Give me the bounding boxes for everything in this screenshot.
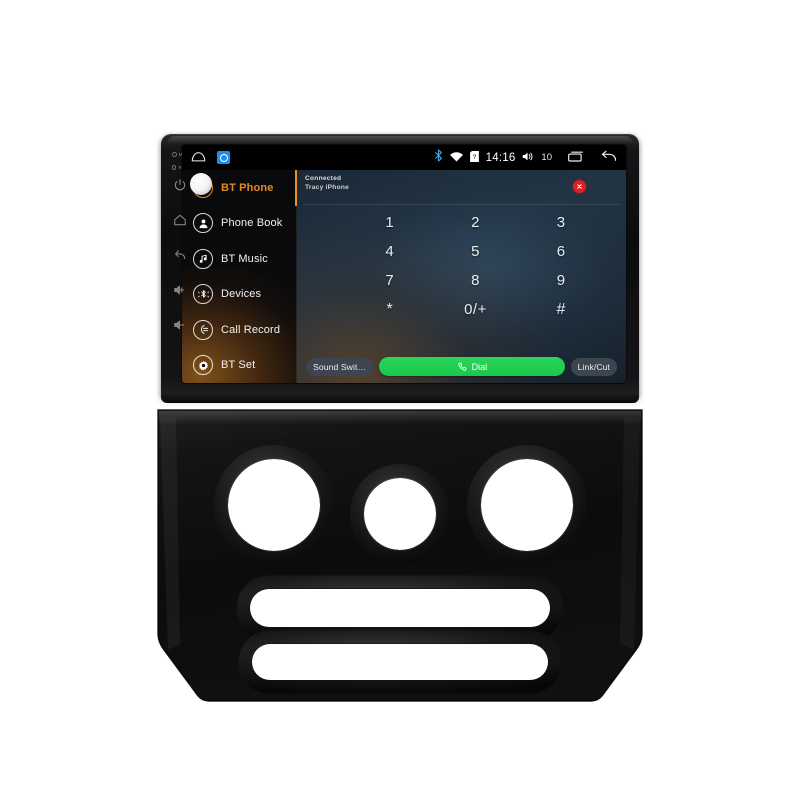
home-icon[interactable] bbox=[191, 149, 206, 167]
keypad-key-5[interactable]: 5 bbox=[433, 237, 519, 266]
sidebar-item-bt-phone[interactable]: BT Phone bbox=[182, 170, 297, 206]
keypad-key-3[interactable]: 3 bbox=[518, 208, 604, 237]
keypad-key-6[interactable]: 6 bbox=[518, 237, 604, 266]
sound-switch-button[interactable]: Sound Swit… bbox=[306, 357, 374, 376]
recents-icon[interactable] bbox=[568, 149, 584, 167]
head-unit-housing: MIC RST bbox=[161, 134, 639, 403]
android-status-bar: ? 14:16 10 bbox=[182, 145, 626, 170]
sidebar-item-bt-set[interactable]: BT Set bbox=[182, 348, 297, 384]
sidebar-item-label: BT Set bbox=[221, 359, 256, 372]
keypad-key-1[interactable]: 1 bbox=[347, 208, 433, 237]
keypad-key-9[interactable]: 9 bbox=[518, 266, 604, 295]
svg-text:?: ? bbox=[472, 154, 476, 161]
lcd-screen: ? 14:16 10 BT Phone Phone Book BT Music … bbox=[182, 145, 626, 383]
bluetooth-icon bbox=[434, 149, 443, 167]
sidebar-item-label: Devices bbox=[221, 288, 262, 301]
product-photo-stage: MIC RST bbox=[0, 0, 800, 800]
keypad-key-hash[interactable]: # bbox=[518, 295, 604, 324]
volume-level: 10 bbox=[541, 152, 552, 163]
gear-icon bbox=[193, 355, 213, 376]
mic-hole bbox=[172, 152, 177, 157]
active-item-indicator bbox=[295, 170, 297, 206]
keypad-key-4[interactable]: 4 bbox=[347, 237, 433, 266]
app-body: BT Phone Phone Book BT Music Devices Cal… bbox=[182, 170, 626, 383]
keypad-key-star[interactable]: * bbox=[347, 295, 433, 324]
dial-button[interactable]: Dial bbox=[379, 357, 565, 376]
keypad-key-2[interactable]: 2 bbox=[433, 208, 519, 237]
sidebar-item-phone-book[interactable]: Phone Book bbox=[182, 206, 297, 242]
dash-fascia-plate bbox=[150, 404, 650, 704]
sidebar-item-label: Phone Book bbox=[221, 217, 283, 230]
connection-header: Connected Tracy iPhone bbox=[297, 170, 626, 204]
dial-keypad: 1 2 3 4 5 6 7 8 9 * 0/+ # bbox=[347, 208, 604, 324]
status-bar-right-group: ? 14:16 10 bbox=[434, 149, 617, 167]
sidebar-item-label: BT Music bbox=[221, 252, 268, 265]
sidebar-item-devices[interactable]: Devices bbox=[182, 277, 297, 313]
wifi-icon bbox=[449, 149, 463, 167]
keypad-key-7[interactable]: 7 bbox=[347, 266, 433, 295]
app-shortcut-icon[interactable] bbox=[217, 151, 230, 164]
power-icon[interactable] bbox=[173, 178, 187, 192]
keypad-key-8[interactable]: 8 bbox=[433, 266, 519, 295]
contact-icon bbox=[193, 213, 213, 234]
dialer-panel: Connected Tracy iPhone 1 2 3 4 5 6 7 8 9… bbox=[297, 170, 626, 383]
dial-button-label: Dial bbox=[471, 361, 488, 372]
volume-down-icon[interactable] bbox=[173, 318, 187, 332]
header-divider bbox=[303, 204, 620, 205]
volume-up-icon[interactable] bbox=[173, 283, 187, 297]
sidebar-item-bt-music[interactable]: BT Music bbox=[182, 241, 297, 277]
back-arrow-icon[interactable] bbox=[173, 248, 187, 262]
bluetooth-icon bbox=[193, 284, 213, 305]
bt-sidebar-menu: BT Phone Phone Book BT Music Devices Cal… bbox=[182, 170, 297, 383]
status-bar-clock: 14:16 bbox=[485, 151, 516, 164]
keypad-key-zero[interactable]: 0/+ bbox=[433, 295, 519, 324]
volume-icon[interactable] bbox=[522, 149, 534, 167]
sd-card-icon: ? bbox=[469, 149, 479, 167]
call-log-icon bbox=[193, 319, 213, 340]
close-x-icon[interactable] bbox=[573, 180, 586, 193]
phone-handset-icon bbox=[457, 362, 467, 372]
dialer-action-row: Sound Swit… Dial Link/Cut bbox=[306, 357, 617, 376]
reset-hole bbox=[171, 165, 177, 170]
sidebar-item-label: BT Phone bbox=[221, 181, 274, 194]
sidebar-item-call-record[interactable]: Call Record bbox=[182, 312, 297, 348]
back-arrow-icon[interactable] bbox=[600, 149, 617, 167]
status-bar-left-group bbox=[191, 149, 230, 167]
app-shortcut-ring bbox=[219, 153, 228, 162]
music-note-icon bbox=[193, 248, 213, 269]
home-icon[interactable] bbox=[173, 213, 187, 227]
bt-phone-icon bbox=[193, 177, 213, 198]
sidebar-item-label: Call Record bbox=[221, 323, 281, 336]
link-cut-button[interactable]: Link/Cut bbox=[570, 357, 617, 376]
hardware-button-strip: MIC RST bbox=[165, 144, 195, 396]
